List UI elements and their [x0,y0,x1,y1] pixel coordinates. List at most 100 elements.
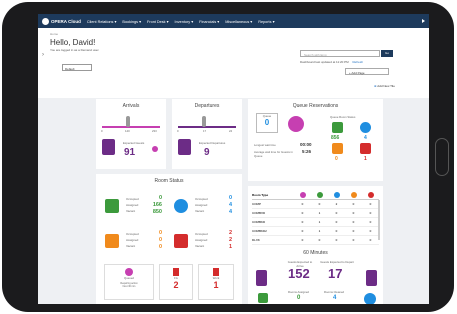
work-box[interactable]: Work 1 [198,264,234,300]
status-dot-icon [152,146,158,152]
refresh-link[interactable]: Refresh [353,60,364,64]
table-row[interactable]: COMP 0 0 2 0 0 [252,200,379,209]
person-icon [202,116,206,127]
sixty-minutes-tile[interactable]: 60 Minutes Guests Expected to Arrive 152… [248,246,383,304]
dirty-labels: Occupied Assigned Vacant [126,231,139,249]
arrivals-bar [102,126,160,128]
row-cell: 2 [335,202,338,206]
sixty-title: 60 Minutes [303,250,328,256]
row-cell: 0 [301,238,304,242]
clean-icon [332,122,343,133]
row-type: COMBKD2 [252,229,267,233]
row-cell: 0 [301,220,304,224]
top-nav-bar: OPERA Cloud Client Relations ▾ Bookings … [38,14,429,28]
fix-box[interactable]: Fix 2 [159,264,193,300]
scrollbar[interactable] [378,200,380,240]
nav-bookings[interactable]: Bookings ▾ [122,19,141,24]
app-screen: OPERA Cloud Client Relations ▾ Bookings … [38,14,429,304]
queue-value: 0 [264,118,270,127]
row-cell: 0 [335,220,338,224]
departures-tile[interactable]: Departures 0 17 24 Expected Departures 9 [172,99,242,169]
nav-front-desk[interactable]: Front Desk ▾ [147,19,169,24]
search-input[interactable]: Search with Emp [300,50,380,57]
add-page-button[interactable]: + Add Page [345,68,389,75]
row-cell: 0 [369,211,372,215]
arrivals-tile[interactable]: Arrivals 0 140 233 Expected Guests 91 [96,99,166,169]
flag-icon[interactable] [422,19,425,23]
dashboard-header: Home Hello, David! You are logged in as … [38,28,429,98]
queue-inspected-value: 4 [364,135,367,141]
row-cell: 0 [352,238,355,242]
rooms-assigned-value: 0 [297,295,301,301]
out-of-order-room-icon [174,234,188,248]
queue-ooo-value: 1 [364,156,367,162]
expected-guests-label: Expected Guests [123,141,145,145]
greeting: Hello, David! [50,38,96,47]
average-wait-label: Average wait time for Guests in Queue [254,150,293,158]
table-row[interactable]: COMBKD 0 1 0 0 0 [252,218,379,227]
clean-occupied-value: 0 [158,195,162,201]
inspected-col-icon [333,192,340,198]
dirty-room-icon [105,234,119,248]
out-of-order-icon [360,143,371,154]
queue-reservations-tile[interactable]: Queue Reservations Queue 0 Queue Room St… [248,99,383,181]
app-logo[interactable]: OPERA Cloud [42,17,81,25]
nav-inventory[interactable]: Inventory ▾ [175,19,194,24]
breadcrumb[interactable]: Home [50,32,417,36]
nav-client-relations[interactable]: Client Relations ▾ [87,19,117,24]
depart-value: 17 [328,266,343,281]
row-cell: 1 [318,229,321,233]
row-cell: 0 [335,229,338,233]
room-status-title: Room Status [154,178,184,184]
row-cell: 0 [301,211,304,215]
row-cell: 0 [318,238,321,242]
longest-wait-value: 00:00 [300,142,312,147]
table-row[interactable]: COMBKD2 0 1 0 0 0 [252,227,379,236]
rooms-assigned-label: Rooms Assigned [288,290,309,294]
chevron-right-icon[interactable]: › [42,52,44,58]
tablet-frame: OPERA Cloud Client Relations ▾ Bookings … [2,2,454,312]
queued-box[interactable]: Queued Requiring action Next 30 min [104,264,154,300]
go-button[interactable]: Go [381,50,393,57]
row-type: COMP [252,202,261,206]
expected-guests-value: 91 [124,147,136,158]
table-row[interactable]: DLXK 0 0 0 0 0 [252,236,379,245]
add-tile-button[interactable]: ⊕ Add New Tile [374,84,395,88]
dashboard-select[interactable]: Default [62,64,92,71]
wrench-icon [213,268,219,276]
row-cell: 0 [301,229,304,233]
queue-status-label: Queue Room Status [330,115,356,119]
longest-wait-label: Longest wait time [254,143,276,147]
rooms-cleaned-value: 4 [333,295,337,301]
queued-sub: Requiring action Next 30 min [120,282,138,288]
row-cell: 0 [369,238,372,242]
person-icon [126,116,130,127]
nav-miscellaneous[interactable]: Miscellaneous ▾ [225,19,252,24]
row-cell: 0 [352,229,355,233]
depart-label: Guests Expected to Depart [320,260,354,264]
home-button[interactable] [435,138,449,176]
clean-room-icon [105,199,119,213]
add-tile-label: Add New Tile [377,84,395,88]
table-row[interactable]: COMBXD 0 1 0 0 0 [252,209,379,218]
app-name: OPERA Cloud [51,18,81,24]
inspected-vacant-label: Vacant [195,209,205,213]
expected-departures-label: Expected Departures [199,141,226,145]
row-type: COMBXD [252,211,266,215]
clean-values: 0 166 850 [148,195,162,216]
arrival-door-icon [102,139,115,155]
door-icon [173,268,179,276]
ooo-vacant-label: Vacant [195,244,205,248]
fix-value: 2 [173,280,179,290]
row-cell: 0 [369,202,372,206]
room-status-tile[interactable]: Room Status Occupied Assigned Vacant 0 1… [96,174,242,304]
nav-reports[interactable]: Reports ▾ [258,19,274,24]
room-type-tile[interactable]: Room Type COMP 0 0 2 0 0 COMBXD 0 1 0 0 … [248,186,383,254]
room-type-table: Room Type COMP 0 0 2 0 0 COMBXD 0 1 0 0 … [252,191,379,245]
nav-financials[interactable]: Financials ▾ [199,19,219,24]
clean-col-icon [316,192,323,198]
departures-mid: 17 [203,129,207,133]
ooo-labels: Occupied Assigned Vacant [195,231,208,249]
row-cell: 0 [369,220,372,224]
queued-clock-icon [125,268,133,276]
